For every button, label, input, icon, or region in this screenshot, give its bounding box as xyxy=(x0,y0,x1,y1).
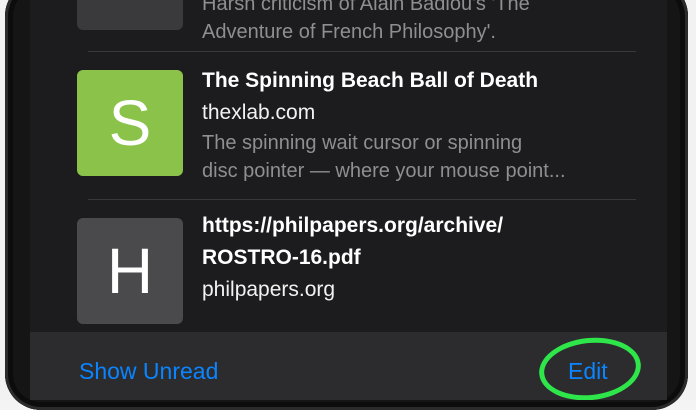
item-title-line-1: https://philpapers.org/archive/ xyxy=(202,214,504,237)
reading-list-screen: Harsh criticism of Alain Badiou's 'The A… xyxy=(30,0,667,400)
item-domain: thexlab.com xyxy=(202,101,316,124)
item-description-line-1: The spinning wait cursor or spinning xyxy=(202,132,523,154)
thumbnail-letter: H xyxy=(106,235,154,307)
list-item[interactable]: S The Spinning Beach Ball of Death thexl… xyxy=(30,60,667,195)
thumbnail-s: S xyxy=(77,70,183,176)
list-item[interactable]: H https://philpapers.org/archive/ ROSTRO… xyxy=(30,208,667,330)
item-title-line-2: ROSTRO-16.pdf xyxy=(202,246,361,269)
list-item-text: The Spinning Beach Ball of Death thexlab… xyxy=(202,65,632,185)
item-description-line-2: disc pointer — where your mouse point... xyxy=(202,160,566,182)
show-unread-button[interactable]: Show Unread xyxy=(79,356,218,386)
bottom-toolbar: Show Unread Edit xyxy=(30,332,667,400)
item-title: The Spinning Beach Ball of Death xyxy=(202,69,539,92)
thumbnail xyxy=(77,0,183,30)
thumbnail-h: H xyxy=(77,218,183,324)
device-frame: Harsh criticism of Alain Badiou's 'The A… xyxy=(0,0,696,410)
item-description-line-2: Adventure of French Philosophy'. xyxy=(202,21,496,43)
separator xyxy=(88,199,636,200)
separator xyxy=(88,51,636,52)
list-item[interactable]: Harsh criticism of Alain Badiou's 'The A… xyxy=(30,0,667,50)
thumbnail-letter: S xyxy=(108,87,152,159)
item-description-line-1: Harsh criticism of Alain Badiou's 'The xyxy=(202,0,530,15)
list-item-text: Harsh criticism of Alain Badiou's 'The A… xyxy=(202,0,632,46)
list-item-text: https://philpapers.org/archive/ ROSTRO-1… xyxy=(202,210,632,306)
item-domain: philpapers.org xyxy=(202,278,336,301)
highlight-ring xyxy=(536,332,644,400)
